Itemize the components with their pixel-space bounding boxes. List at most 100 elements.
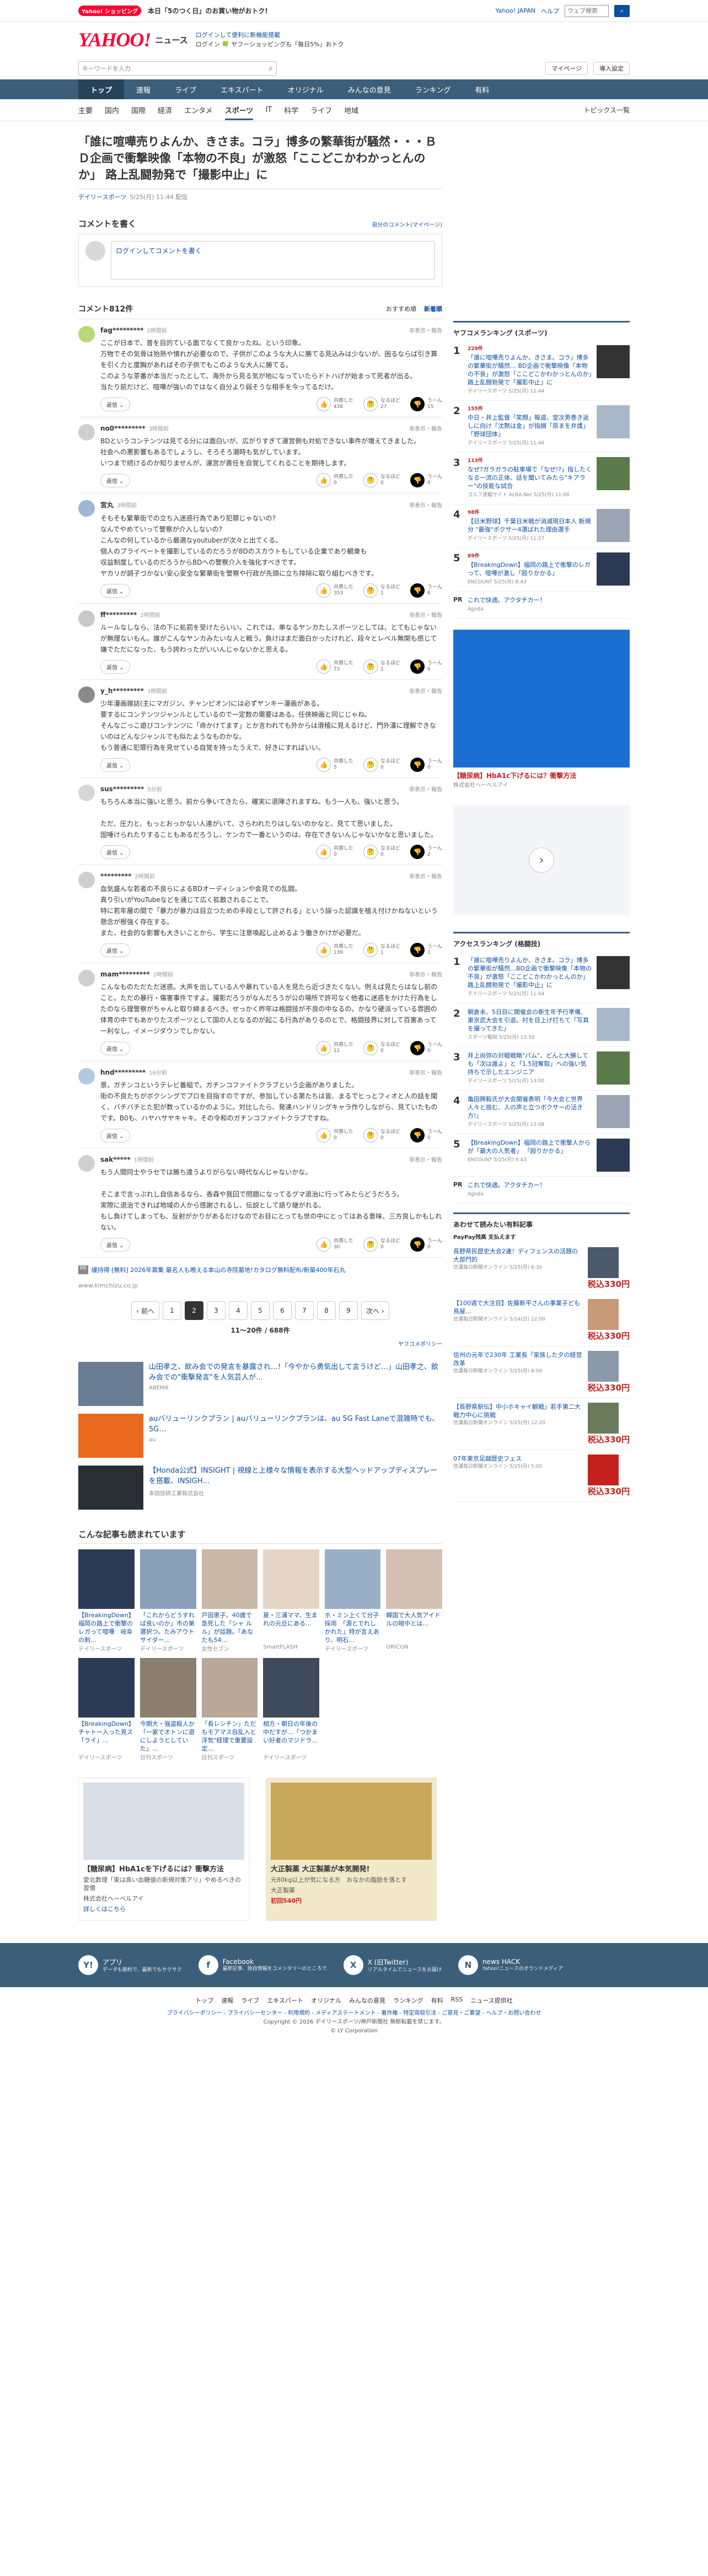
reaction-neutral[interactable]: 🤔 なるほど 0 — [363, 845, 400, 859]
rank-title[interactable]: 井上尚弥の対戦戦略"パム"、どんと大勝しても「次は誰よ」と「1.5冠奪取」への強… — [468, 1051, 592, 1076]
report-link[interactable]: 非表示・報告 — [409, 1155, 442, 1163]
article-card-title[interactable]: 今期大・強盗殺人か「一家でオトンに遊にしようとしていた」… — [140, 1720, 196, 1753]
rank-title[interactable]: 【日米野球】千葉日米戦が消滅現日本人 新規分 "最強"ボクサー4選ばれた理由選手 — [468, 517, 592, 534]
nav-original[interactable]: オリジナル — [276, 79, 336, 99]
article-card-title[interactable] — [325, 1720, 381, 1753]
reply-button[interactable]: 返信 ⌄ — [100, 1237, 130, 1252]
article-card-title[interactable]: 相方・朝日の年後の中だすが…「つかまい好者のマジドラ… — [263, 1720, 319, 1753]
ranking-item[interactable]: 2 155件 中日・井上監督「笑顔」報道、堂次男巻き返しに向け「沈黙は金」が指摘「原… — [453, 401, 630, 453]
reply-button[interactable]: 返信 ⌄ — [100, 397, 130, 411]
mypage-button[interactable]: マイページ — [545, 62, 588, 75]
article-card[interactable]: 相方・朝日の年後の中だすが…「つかまい好者のマジドラ… デイリースポーツ — [263, 1658, 319, 1761]
report-link[interactable]: 非表示・報告 — [409, 424, 442, 432]
reaction-neutral[interactable]: 🤔 なるほど 0 — [363, 473, 400, 487]
reply-button[interactable]: 返信 ⌄ — [100, 1041, 130, 1055]
ranking-item[interactable]: 4 98件 【日米野球】千葉日米戦が消滅現日本人 新規分 "最強"ボクサー4選ばれた… — [453, 505, 630, 548]
reaction-neutral[interactable]: 🤔 なるほど 0 — [363, 1237, 400, 1252]
reaction-neutral[interactable]: 🤔 なるほど 0 — [363, 1041, 400, 1055]
article-card-title[interactable]: 戸田恵子、40歳で急死した「シャ ルル」が話題。「あなたも54… — [202, 1611, 258, 1644]
pr-text[interactable]: これで快適。アクタチカー！ — [468, 1181, 630, 1189]
ranking-item[interactable]: 1 229件 「誰に喧嘩売りよんか、きさま。コラ」博多の繁華街が騒然… BD企画で衝… — [453, 341, 630, 401]
nav-opinion[interactable]: みんなの意見 — [336, 79, 403, 99]
article-card[interactable]: 韓国で大人気アイドルの暗中とは… ORICON — [386, 1549, 442, 1652]
promo-message[interactable]: 本日「5のつく日」のお買い物がおトク! — [148, 6, 268, 15]
footer-link[interactable]: ライブ — [241, 1996, 259, 2005]
reaction-good[interactable]: 👍 共感した 73 — [316, 659, 353, 674]
ranking-item[interactable]: 5 89件 【BreakingDown】福岡の路上で衝撃のレガって、喧嘩が激し「殴り… — [453, 548, 630, 592]
report-link[interactable]: 非表示・報告 — [409, 970, 442, 978]
tab-science[interactable]: 科学 — [284, 105, 298, 115]
paid-article-item[interactable]: 【長野県駅伝】中小ホキャイ観戦」若手第二大戦力中心に挑戦 信濃毎日新聞オンライン … — [453, 1398, 630, 1450]
footer-link[interactable]: RSS — [451, 1996, 463, 2005]
legal-links[interactable]: プライバシーポリシー - プライバシーセンター - 利用規約 - メディアステー… — [0, 2009, 708, 2018]
nav-breaking[interactable]: 速報 — [124, 79, 163, 99]
promo-title[interactable]: 山田孝之、飲み会での発言を暴露され…!「今やから勇気出して言うけど…」山田孝之、… — [149, 1362, 442, 1383]
report-link[interactable]: 非表示・報告 — [409, 1068, 442, 1076]
rank-title[interactable]: 亀田興毅氏が大会開催表明「今大会と世界人々と挑む、人の声と立つボクサーの活き方!… — [468, 1095, 592, 1120]
web-search-input[interactable] — [565, 4, 609, 17]
reaction-good[interactable]: 👍 共感した 139 — [316, 943, 353, 957]
side-ad-image[interactable] — [453, 630, 630, 768]
tab-international[interactable]: 国際 — [131, 105, 146, 115]
pr-text[interactable]: これで快適。アクタチカー！ — [468, 596, 630, 604]
ad-card[interactable]: 【糖尿病】HbA1cを下げるには？衝撃方法 愛北数理「東は高い血糖値の新規対策ア… — [78, 1778, 249, 1921]
ad-cta[interactable]: 詳しくはこちら — [83, 1905, 244, 1913]
page-4[interactable]: 4 — [229, 1301, 248, 1320]
nav-expert[interactable]: エキスパート — [208, 79, 276, 99]
article-card[interactable]: 戸田恵子、40歳で急死した「シャ ルル」が話題。「あなたも54… 女性セブン — [201, 1549, 258, 1652]
reaction-bad[interactable]: 👎 うーん 0 — [410, 758, 442, 772]
page-5[interactable]: 5 — [251, 1301, 270, 1320]
sponsored-text[interactable]: 緩持得 [無料] 2026年募集 最名人も晩える本山の寺院墓地!カタログ無料配布… — [92, 1265, 346, 1274]
rank-title[interactable]: なぜ?ガラガラの駐車場で「なぜ!?」指したくなる一流の正体、話を聞いてみたら"キ… — [468, 465, 592, 490]
comment-input[interactable]: ログインしてコメントを書く — [111, 241, 435, 280]
ad-title[interactable]: 【糖尿病】HbA1cを下げるには？衝撃方法 — [83, 1863, 244, 1874]
paid-article-item[interactable]: 【100週で大注目】佐藤新平さんの事業子ども鳥屋… 信濃毎日新聞オンライン 5/2… — [453, 1295, 630, 1346]
promo-item[interactable]: auバリューリンクプラン | auバリューリンクプランは、au 5G Fast … — [78, 1414, 442, 1458]
promo-item[interactable]: 【Honda公式】INSIGHT | 視線と上様々な情報を表示する大型ヘッドアッ… — [78, 1466, 442, 1510]
comment-user[interactable]: sus********* — [100, 785, 144, 793]
reaction-good[interactable]: 👍 共感した 5 — [316, 758, 353, 772]
ad-cta[interactable]: 初回540円 — [271, 1897, 432, 1905]
promo-title[interactable]: 【Honda公式】INSIGHT | 視線と上様々な情報を表示する大型ヘッドアッ… — [149, 1466, 442, 1486]
article-source[interactable]: デイリースポーツ — [78, 194, 126, 201]
paid-article-title[interactable]: 07年東京足越歴史フェス — [453, 1455, 583, 1463]
comment-user[interactable]: mam********* — [100, 970, 150, 978]
rank-title[interactable]: 「誰に喧嘩売りよんか、きさま。コラ」博多の繁華街が騒然… BD企画で衝撃映像「本… — [468, 353, 592, 387]
reply-button[interactable]: 返信 ⌄ — [100, 583, 130, 598]
comment-user[interactable]: y_h********* — [100, 687, 144, 695]
tab-entertainment[interactable]: エンタメ — [184, 105, 213, 115]
reaction-neutral[interactable]: 🤔 なるほど 0 — [363, 758, 400, 772]
reaction-good[interactable]: 👍 共感した 11 — [316, 1041, 353, 1055]
footer-link[interactable]: ニュース提供社 — [470, 1996, 512, 2005]
app-link[interactable]: Y! アプリ データも節約で、最新でもサクサク — [78, 1955, 182, 1975]
reaction-bad[interactable]: 👎 うーん 1 — [410, 943, 442, 957]
reaction-good[interactable]: 👍 共感した 0 — [316, 473, 353, 487]
paid-article-title[interactable]: 信州の元年で230年 工業長「家族した夕の経営改革 — [453, 1351, 583, 1367]
report-link[interactable]: 非表示・報告 — [409, 326, 442, 334]
newshack-link[interactable]: Nnews HACK Yahoo!ニュースのオウンドメディア — [458, 1955, 563, 1975]
article-title[interactable]: 「誰に喧嘩売りよんか、きさま。コラ」博多の繁華街が騒然・・・ＢＤ企画で衝撃映像「… — [78, 133, 442, 189]
ranking-item[interactable]: 5 【BreakingDown】福岡の路上で衝撃人からが「最大の人気者」 「殴りか… — [453, 1134, 630, 1177]
article-card[interactable] — [324, 1658, 381, 1761]
tab-economy[interactable]: 経済 — [158, 105, 172, 115]
article-card[interactable] — [386, 1658, 442, 1761]
reaction-bad[interactable]: 👎 うーん 0 — [410, 1237, 442, 1252]
footer-link[interactable]: 有料 — [431, 1996, 443, 2005]
rank-title[interactable]: 中日・井上監督「笑顔」報道、堂次男巻き返しに向け「沈黙は金」が指摘「原まを弁護」… — [468, 414, 592, 438]
reply-button[interactable]: 返信 ⌄ — [100, 1128, 130, 1142]
tab-it[interactable]: IT — [265, 106, 272, 114]
topics-list-link[interactable]: トピックス一覧 — [583, 105, 630, 115]
news-search-input[interactable]: キーワードを入力 — [82, 64, 131, 73]
article-card-title[interactable]: 韓国で大人気アイドルの暗中とは… — [386, 1611, 442, 1644]
page-8[interactable]: 8 — [317, 1301, 336, 1320]
footer-link[interactable]: オリジナル — [311, 1996, 341, 2005]
footer-link[interactable]: トップ — [195, 1996, 213, 2005]
article-card-title[interactable]: 夏・三浦ママ、生まれの元旦にある… — [263, 1611, 319, 1644]
sponsored-line[interactable]: PR 緩持得 [無料] 2026年募集 最名人も晩える本山の寺院墓地!カタログ無… — [78, 1265, 442, 1274]
article-card-title[interactable]: 【BreakingDown】チャトー入った見ス「ライ」… — [78, 1720, 135, 1753]
article-card-title[interactable]: 「これからどうすれば良いのか」市の第選択つ。たみアウトサイダー… — [140, 1611, 196, 1644]
article-card-title[interactable]: 【BreakingDown】福岡の路上で衝撃のレガって喧嘩 岐阜の刺… — [78, 1611, 135, 1644]
reply-button[interactable]: 返信 ⌄ — [100, 943, 130, 957]
reaction-bad[interactable]: 👎 うーん 6 — [410, 659, 442, 674]
my-comments-link[interactable]: 自分のコメント(マイページ) — [372, 220, 442, 228]
